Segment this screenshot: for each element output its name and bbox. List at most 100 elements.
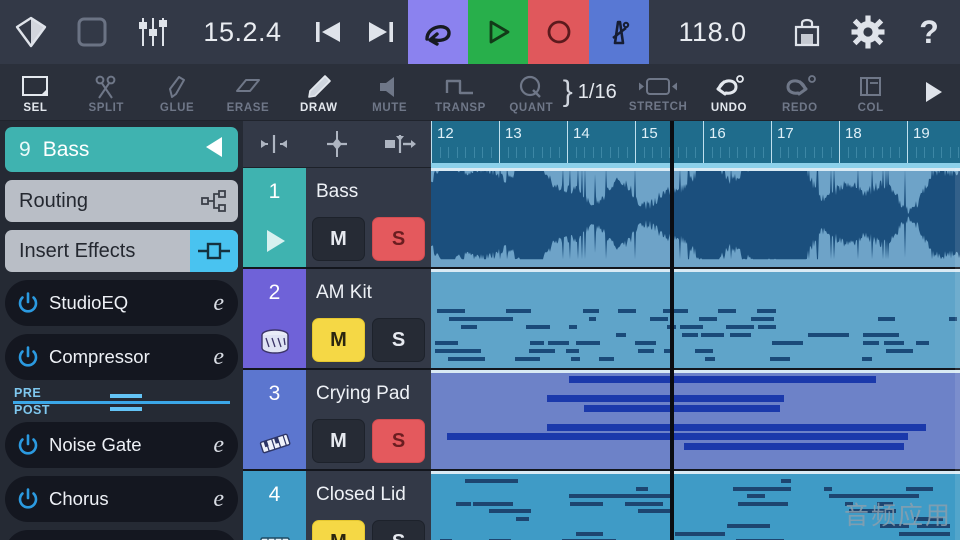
effect-slot-1[interactable]: Compressor e	[5, 334, 238, 380]
track-name: AM Kit	[306, 269, 431, 316]
undo-button[interactable]: UNDO	[694, 64, 765, 120]
tool-mute[interactable]: MUTE	[354, 64, 425, 120]
effect-edit-button[interactable]: e	[213, 290, 224, 317]
watermark: 音频应用	[844, 496, 952, 532]
solo-button[interactable]: S	[372, 217, 425, 261]
cube-logo-icon[interactable]	[0, 0, 61, 64]
power-icon[interactable]	[17, 292, 39, 314]
solo-button[interactable]: S	[372, 419, 425, 463]
position-display[interactable]: 15.2.4	[184, 0, 301, 64]
track-row[interactable]: 4 Closed Lid M S	[243, 471, 431, 540]
tool-quant[interactable]: QUANT	[496, 64, 567, 120]
ruler-bar-label: 13	[505, 125, 522, 142]
skip-to-end-icon[interactable]	[354, 0, 407, 64]
vertical-zoom-icon[interactable]	[306, 129, 369, 159]
clip-lane-audio-bass[interactable]	[431, 168, 960, 269]
inspector-track-header[interactable]: 9 Bass	[5, 127, 238, 172]
power-icon[interactable]	[17, 346, 39, 368]
effect-slot-3[interactable]: Chorus e	[5, 476, 238, 522]
solo-button[interactable]: S	[372, 318, 425, 362]
snap-split-icon[interactable]	[368, 133, 431, 155]
gear-icon[interactable]	[837, 0, 898, 64]
mute-button[interactable]: M	[312, 318, 365, 362]
tool-glue[interactable]: GLUE	[142, 64, 213, 120]
metronome-button[interactable]	[589, 0, 649, 64]
track-color-strip[interactable]: 4	[243, 471, 306, 540]
tool-col-label: COL	[858, 102, 884, 114]
power-icon[interactable]	[17, 488, 39, 510]
undo-label: UNDO	[711, 102, 747, 114]
horizontal-zoom-icon[interactable]	[243, 133, 306, 155]
track-buttons: M S	[306, 417, 431, 469]
track-buttons: M S	[306, 518, 431, 540]
tool-draw[interactable]: DRAW	[283, 64, 354, 120]
audio-waveform	[431, 171, 960, 267]
tool-stretch[interactable]: STRETCH	[623, 64, 694, 120]
mute-button[interactable]: M	[312, 520, 365, 540]
tool-split[interactable]: SPLIT	[71, 64, 142, 120]
pre-post-divider[interactable]: PRE POST	[5, 386, 238, 418]
top-toolbar: 15.2.4 118.0 ?	[0, 0, 960, 64]
track-color-strip[interactable]: 3	[243, 370, 306, 469]
track-row[interactable]: 2 AM Kit M S	[243, 269, 431, 370]
effect-name: StudioEQ	[49, 292, 213, 314]
mixer-icon[interactable]	[123, 0, 184, 64]
keyboard-icon[interactable]	[243, 417, 306, 469]
track-number: 2	[243, 269, 306, 316]
tool-mute-label: MUTE	[372, 102, 407, 114]
quantize-value-control[interactable]: } 1/16	[563, 64, 623, 120]
tool-transp[interactable]: TRANSP	[425, 64, 496, 120]
quantize-value: 1/16	[578, 81, 617, 104]
skip-to-start-icon[interactable]	[301, 0, 354, 64]
vertical-scrollbar[interactable]	[955, 168, 960, 540]
track-color-strip[interactable]: 1	[243, 168, 306, 267]
tool-erase[interactable]: ERASE	[213, 64, 284, 120]
drum-icon[interactable]	[243, 316, 306, 368]
effect-edit-button[interactable]: e	[213, 486, 224, 513]
track-row[interactable]: 3 Crying Pad M S	[243, 370, 431, 471]
play-button[interactable]	[468, 0, 528, 64]
track-row[interactable]: 1 Bass M S	[243, 168, 431, 269]
pre-post-handle[interactable]	[110, 394, 142, 411]
arrange-area[interactable]: 12 13 14 15 16 17 18 19	[431, 121, 960, 540]
effect-edit-button[interactable]: e	[213, 344, 224, 371]
track-color-strip[interactable]: 2	[243, 269, 306, 368]
record-button[interactable]	[528, 0, 588, 64]
routing-icon[interactable]	[190, 180, 238, 222]
cycle-loop-button[interactable]	[408, 0, 468, 64]
tool-col[interactable]: COL	[835, 64, 906, 120]
tempo-display[interactable]: 118.0	[649, 0, 776, 64]
effect-slot-4[interactable]: Flanger e	[5, 530, 238, 540]
left-arrow-icon[interactable]	[200, 133, 230, 166]
ruler-bar-label: 12	[437, 125, 454, 142]
mute-button[interactable]: M	[312, 217, 365, 261]
effect-name: Compressor	[49, 346, 213, 368]
svg-text:?: ?	[920, 15, 940, 49]
shopping-bag-icon[interactable]	[776, 0, 837, 64]
track-number: 4	[243, 471, 306, 518]
effect-edit-button[interactable]: e	[213, 432, 224, 459]
play-triangle-icon[interactable]	[906, 64, 960, 120]
solo-button[interactable]: S	[372, 520, 425, 540]
effect-slot-2[interactable]: Noise Gate e	[5, 422, 238, 468]
tool-sel[interactable]: SEL	[0, 64, 71, 120]
question-mark-icon[interactable]: ?	[899, 0, 960, 64]
inspector-row-insert-effects[interactable]: Insert Effects	[5, 230, 238, 272]
redo-button[interactable]: REDO	[764, 64, 835, 120]
insert-icon[interactable]	[190, 230, 238, 272]
piano-icon[interactable]	[243, 518, 306, 540]
audio-play-icon[interactable]	[243, 215, 306, 267]
inspector-row-routing[interactable]: Routing	[5, 180, 238, 222]
effect-slot-0[interactable]: StudioEQ e	[5, 280, 238, 326]
mute-button[interactable]: M	[312, 419, 365, 463]
timeline-ruler[interactable]: 12 13 14 15 16 17 18 19	[431, 121, 960, 168]
power-icon[interactable]	[17, 434, 39, 456]
track-body: AM Kit M S	[306, 269, 431, 368]
playhead[interactable]	[670, 121, 674, 540]
clip-lane-midi-amkit[interactable]	[431, 269, 960, 370]
clip-lane-midi-cryingpad[interactable]	[431, 370, 960, 471]
inspector-panel: 9 Bass Routing Insert Effects StudioEQ e	[0, 121, 243, 540]
redo-label: REDO	[782, 102, 818, 114]
stop-button[interactable]	[61, 0, 122, 64]
clip-top-border	[431, 471, 960, 474]
